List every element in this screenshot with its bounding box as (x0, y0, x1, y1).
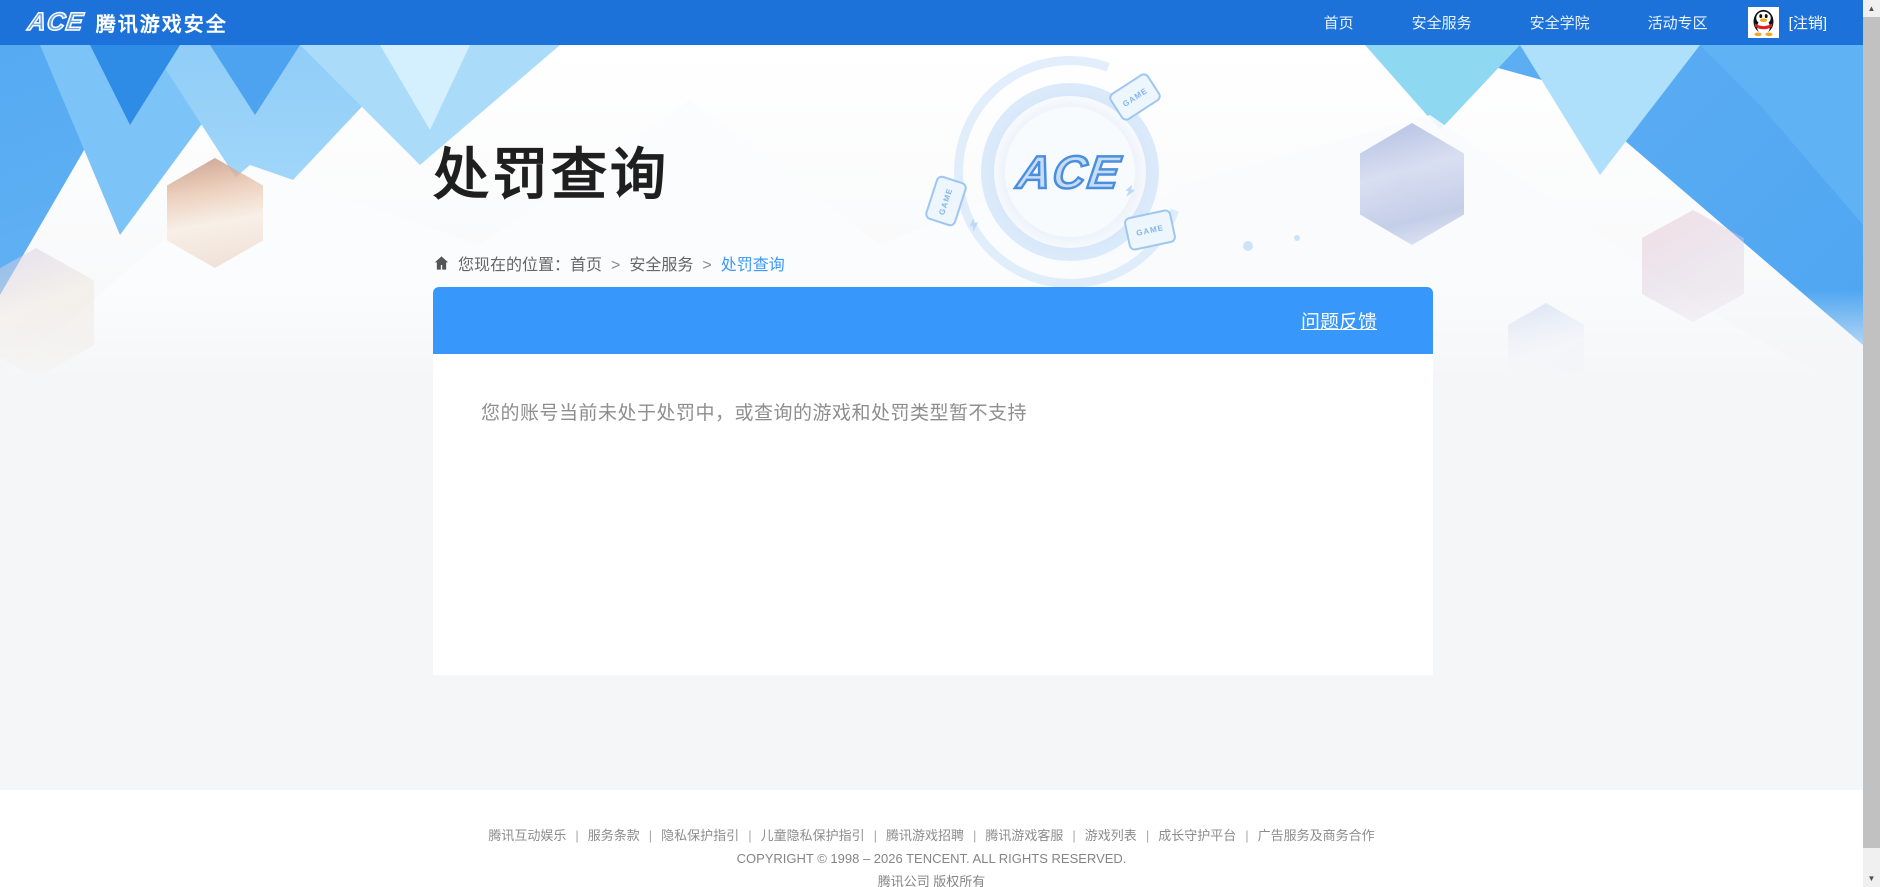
footer-link[interactable]: 儿童隐私保护指引 (739, 828, 864, 843)
ace-logo-icon: ACE (25, 7, 86, 37)
card-body: 您的账号当前未处于处罚中，或查询的游戏和处罚类型暂不支持 (433, 354, 1433, 675)
emblem-ace-text: ACE (1014, 145, 1127, 200)
footer-links: 腾讯互动娱乐服务条款隐私保护指引儿童隐私保护指引腾讯游戏招聘腾讯游戏客服游戏列表… (0, 790, 1863, 844)
footer-link[interactable]: 腾讯游戏客服 (964, 828, 1063, 843)
breadcrumb-label: 您现在的位置： (458, 257, 571, 274)
card-banner: 问题反馈 (433, 287, 1433, 354)
brand-logo[interactable]: ACE 腾讯游戏安全 (25, 7, 228, 37)
footer-link[interactable]: 成长守护平台 (1137, 828, 1236, 843)
footer-company: 腾讯公司 版权所有 (877, 874, 986, 887)
footer-link[interactable]: 广告服务及商务合作 (1236, 828, 1374, 843)
top-navigation-bar: ACE 腾讯游戏安全 首页 安全服务 安全学院 活动专区 [注销] (0, 0, 1880, 45)
nav-menu-item[interactable]: 安全学院 (1530, 12, 1590, 33)
breadcrumb: 您现在的位置： 首页安全服务处罚查询 (433, 251, 785, 275)
footer-link[interactable]: 隐私保护指引 (640, 828, 739, 843)
home-icon (433, 255, 450, 271)
breadcrumb-item[interactable]: 处罚查询 (693, 251, 785, 275)
scrollbar-up-arrow[interactable]: ▲ (1863, 0, 1880, 17)
vertical-scrollbar: ▲ ▼ (1863, 0, 1880, 887)
nav-menu-item[interactable]: 活动专区 (1648, 12, 1708, 33)
qq-penguin-icon (1753, 9, 1774, 37)
logout-link[interactable]: [注销] (1789, 12, 1827, 33)
footer: 腾讯互动娱乐服务条款隐私保护指引儿童隐私保护指引腾讯游戏招聘腾讯游戏客服游戏列表… (0, 790, 1863, 887)
breadcrumb-item[interactable]: 首页 (570, 251, 602, 275)
footer-link[interactable]: 服务条款 (566, 828, 639, 843)
breadcrumb-item[interactable]: 安全服务 (602, 251, 693, 275)
ace-emblem: ACE (915, 45, 1225, 327)
page-title: 处罚查询 (433, 143, 669, 206)
result-message: 您的账号当前未处于处罚中，或查询的游戏和处罚类型暂不支持 (481, 403, 1028, 424)
user-avatar[interactable] (1747, 7, 1779, 38)
brand-title: 腾讯游戏安全 (95, 14, 228, 36)
emblem-inner-circle: ACE (1005, 107, 1135, 237)
footer-copyright: COPYRIGHT © 1998 – 2026 TENCENT. ALL RIG… (736, 851, 1127, 866)
deco-dot (1243, 241, 1253, 251)
nav-menu-item[interactable]: 首页 (1324, 12, 1354, 33)
nav-menu: 首页 安全服务 安全学院 活动专区 (1324, 12, 1708, 33)
deco-dot (1294, 235, 1300, 241)
scrollbar-down-arrow[interactable]: ▼ (1863, 870, 1880, 887)
footer-link[interactable]: 腾讯互动娱乐 (488, 828, 566, 843)
nav-menu-item[interactable]: 安全服务 (1412, 12, 1472, 33)
breadcrumb-items: 首页安全服务处罚查询 (570, 251, 785, 275)
footer-link[interactable]: 腾讯游戏招聘 (865, 828, 964, 843)
feedback-link[interactable]: 问题反馈 (1301, 307, 1377, 334)
scrollbar-thumb[interactable] (1863, 17, 1880, 848)
query-result-card: 问题反馈 您的账号当前未处于处罚中，或查询的游戏和处罚类型暂不支持 (433, 287, 1433, 675)
nav-user-area: [注销] (1747, 7, 1827, 38)
lightning-icon (969, 218, 979, 232)
footer-link[interactable]: 游戏列表 (1063, 828, 1136, 843)
